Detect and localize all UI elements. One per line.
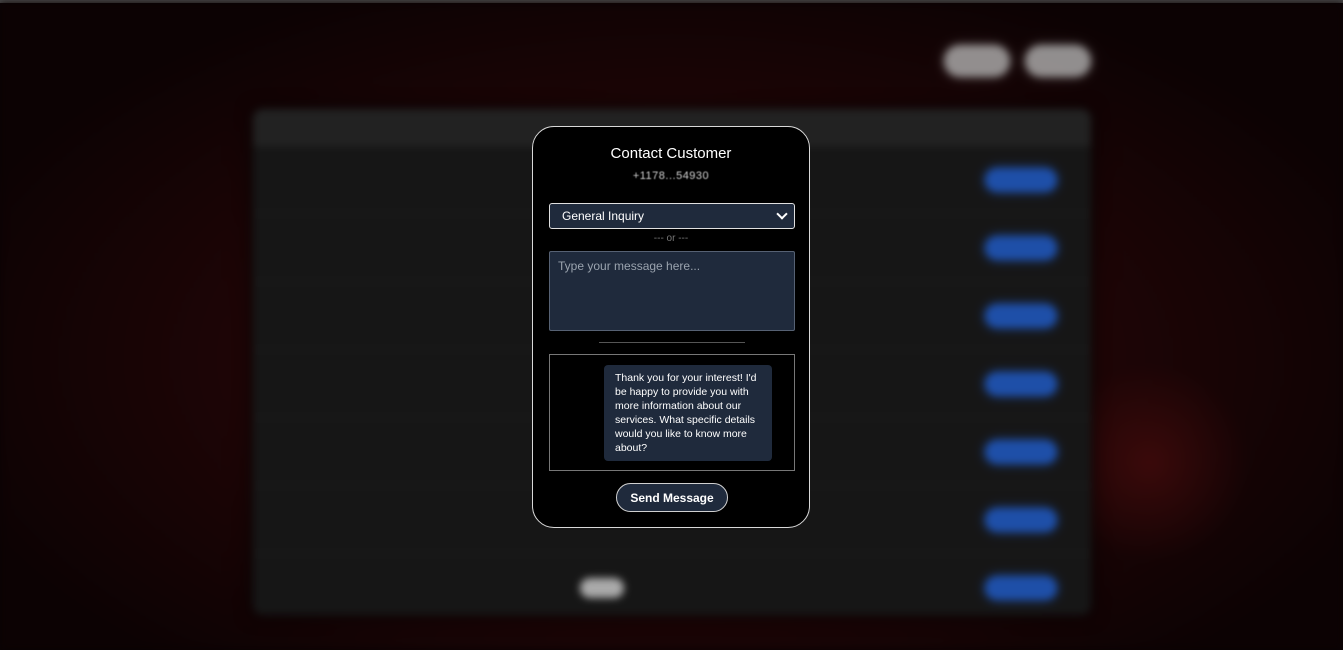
- message-template-select[interactable]: General Inquiry: [549, 203, 795, 229]
- chevron-down-icon: [776, 208, 788, 220]
- background-action-buttons: [985, 235, 1058, 260]
- background-action-buttons: [985, 507, 1058, 532]
- background-action-buttons: [985, 167, 1058, 192]
- or-separator: --- or ---: [653, 233, 689, 244]
- background-action-buttons: [985, 439, 1058, 464]
- send-message-button[interactable]: Send Message: [616, 483, 728, 512]
- customer-phone-number: +1178...54930: [632, 170, 710, 182]
- contact-customer-modal: Contact Customer +1178...54930 General I…: [532, 126, 810, 528]
- background-page-title: [252, 49, 313, 75]
- divider: [599, 342, 745, 343]
- message-input[interactable]: [549, 251, 795, 331]
- message-preview-bubble: Thank you for your interest! I'd be happ…: [604, 365, 772, 461]
- background-action-buttons: [985, 303, 1058, 328]
- message-preview-panel: Thank you for your interest! I'd be happ…: [549, 354, 795, 471]
- template-select-value: General Inquiry: [562, 209, 645, 223]
- background-status-pill: [580, 577, 625, 598]
- modal-title: Contact Customer: [610, 145, 732, 162]
- background-action-buttons: [985, 575, 1058, 600]
- background-table-row: [253, 553, 1091, 621]
- background-header-button: [1025, 45, 1091, 77]
- background-action-buttons: [985, 371, 1058, 396]
- background-header-button: [944, 45, 1010, 77]
